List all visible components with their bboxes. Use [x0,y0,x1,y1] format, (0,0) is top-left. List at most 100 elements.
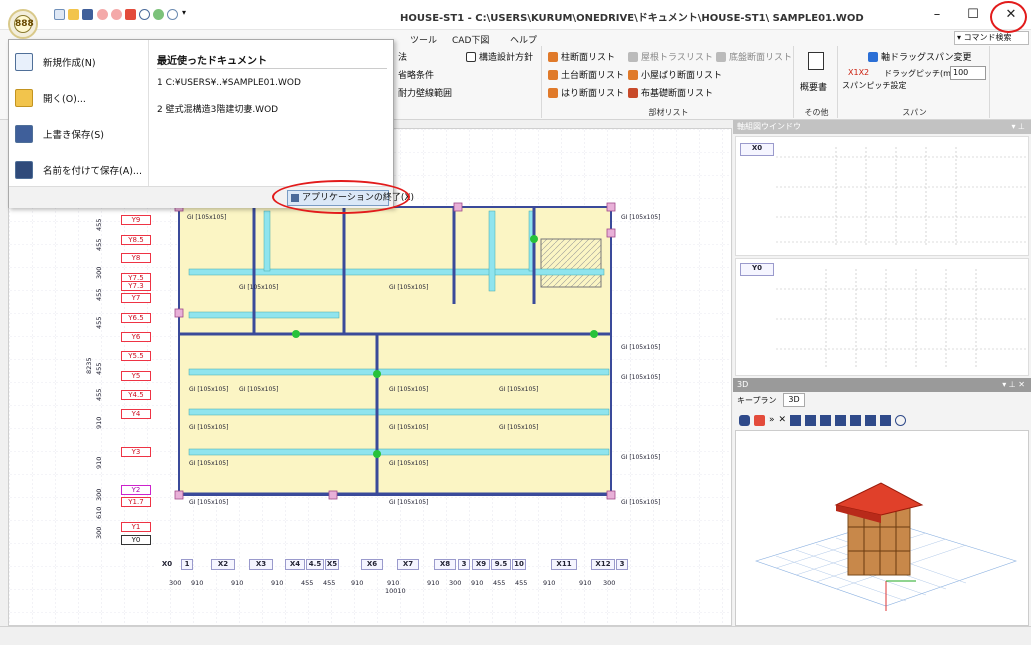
y-axis-label[interactable]: Y2 [121,485,151,495]
quick-access-dropdown[interactable]: ▾ [182,8,186,17]
slab-toggle-icon[interactable] [805,414,817,426]
x-axis-label[interactable]: 4.5 [306,559,324,570]
grid-toggle-icon[interactable] [835,414,847,426]
x-dim: 455 [515,579,527,587]
x-axis-label[interactable]: X6 [361,559,383,570]
axis-view-y[interactable]: Y0 [735,258,1029,376]
axis-x-label: X0 [740,143,774,156]
y-axis-label[interactable]: Y4.5 [121,390,151,400]
ribbon-item-wall-range[interactable]: 耐力壁線範囲 [398,86,452,99]
x-axis-label[interactable]: X7 [397,559,419,570]
y-axis-label[interactable]: Y6.5 [121,313,151,323]
ribbon-item-slab[interactable]: 底盤断面リスト [716,50,792,63]
ribbon-item-roof-beam[interactable]: 小屋ばり断面リスト [628,68,722,81]
recent-item-2[interactable]: 2 壁式混構造3階建切妻.WOD [157,102,278,115]
globe-icon[interactable] [153,9,164,20]
x-axis-label[interactable]: X9 [472,559,490,570]
y-axis-label[interactable]: Y7 [121,293,151,303]
ribbon-item-roof-truss[interactable]: 屋根トラスリスト [628,50,713,63]
ribbon-item-sill-list[interactable]: 土台断面リスト [548,68,624,81]
svg-text:GI [105x105]: GI [105x105] [389,499,428,506]
pin-icon[interactable]: ▾ ⊥ [1011,120,1025,134]
x-axis-label[interactable]: X2 [211,559,235,570]
group-label: 部材リスト [648,108,689,117]
ribbon-group-other: 概要書 その他 [796,46,838,118]
axis-y-label: Y0 [740,263,774,276]
menu-item-save[interactable]: 上書き保存(S) [15,120,104,148]
y-axis-label[interactable]: Y4 [121,409,151,419]
new-file-icon[interactable] [54,9,65,20]
ribbon-item-beam-list[interactable]: はり断面リスト [548,86,624,99]
x-axis-label[interactable]: X5 [325,559,339,570]
svg-text:GI [105x105]: GI [105x105] [189,386,228,393]
3d-view[interactable] [735,430,1029,626]
y-axis-label[interactable]: Y5 [121,371,151,381]
x-axis-label[interactable]: 1 [181,559,193,570]
tab-cad-underlay[interactable]: CAD下図 [452,33,489,46]
axis-view-x[interactable]: X0 [735,136,1029,256]
close-panel-icon[interactable]: ▾ ⊥ ✕ [1002,378,1025,392]
x-axis-label[interactable]: 3 [616,559,628,570]
x-axis-label[interactable]: X8 [434,559,456,570]
speech-icon[interactable] [125,9,136,20]
tab-keyplan[interactable]: キープラン [737,395,777,406]
open-folder-icon[interactable] [68,9,79,20]
roof-toggle-icon[interactable] [850,414,862,426]
undo-icon[interactable] [97,9,108,20]
maximize-button[interactable]: ☐ [956,4,990,26]
x-axis-label[interactable]: 10 [512,559,526,570]
help-icon[interactable] [880,414,892,426]
x-axis-label[interactable]: X12 [591,559,615,570]
zoom-icon[interactable] [167,9,178,20]
summary-icon[interactable] [808,52,824,70]
x-axis-label[interactable]: X3 [249,559,273,570]
model-icon[interactable] [739,414,750,426]
recent-item-1[interactable]: 1 C:¥USERS¥..¥SAMPLE01.WOD [157,78,301,88]
y-axis-label[interactable]: Y5.5 [121,351,151,361]
ribbon-item-design-policy[interactable]: 構造設計方針 [466,50,533,63]
search-icon[interactable] [139,9,150,20]
y-axis-label[interactable]: Y6 [121,332,151,342]
x-axis-label[interactable]: X4 [285,559,305,570]
ribbon-item-column-list[interactable]: 柱断面リスト [548,50,615,63]
x-axis-label[interactable]: 3 [458,559,470,570]
pointer-icon[interactable]: ✕ [779,415,787,425]
span-drag-checkbox[interactable]: 軸ドラッグスパン変更 [868,50,971,63]
command-search[interactable]: ▾ コマンド検索 [954,31,1029,45]
tab-3d[interactable]: 3D [783,393,805,407]
menu-item-save-as[interactable]: 名前を付けて保存(A)... [15,156,142,184]
menu-item-open[interactable]: 開く(O)... [15,84,86,112]
zoom-out-icon[interactable] [895,414,907,426]
y-axis-label[interactable]: Y8.5 [121,235,151,245]
svg-text:GI [105x105]: GI [105x105] [621,374,660,381]
y-axis-label[interactable]: Y0 [121,535,151,545]
y-axis-label[interactable]: Y1 [121,522,151,532]
y-axis-label[interactable]: Y1.7 [121,497,151,507]
svg-text:GI [105x105]: GI [105x105] [189,424,228,431]
y-axis-label[interactable]: Y3 [121,447,151,457]
menu-item-new[interactable]: 新規作成(N) [15,48,96,76]
house-icon[interactable] [754,414,765,426]
x-axis-label[interactable]: X0 [155,559,179,570]
y-axis-label[interactable]: Y8 [121,253,151,263]
x-axis-label[interactable]: 9.5 [491,559,511,570]
y-axis-label[interactable]: Y7.3 [121,281,151,291]
beam-toggle-icon[interactable] [865,414,877,426]
y-axis-label[interactable]: Y9 [121,215,151,225]
wall-icon[interactable] [790,414,802,426]
redo-icon[interactable] [111,9,122,20]
application-menu-button[interactable]: 888 [8,9,38,39]
span-setting-button[interactable]: スパンピッチ設定 [842,80,906,91]
tab-help[interactable]: ヘルプ [510,33,537,46]
minimize-button[interactable]: – [920,4,954,26]
ribbon-item-method[interactable]: 法 [398,50,407,63]
tab-tools[interactable]: ツール [410,33,437,46]
x-axis-label[interactable]: X11 [551,559,577,570]
ribbon-item-foundation[interactable]: 布基礎断面リスト [628,86,713,99]
column-toggle-icon[interactable] [820,414,832,426]
ribbon-item-summary[interactable]: 概要書 [800,80,827,93]
ribbon-item-omit[interactable]: 省略条件 [398,68,434,81]
span-pitch-input[interactable]: 100 [950,66,986,80]
save-icon[interactable] [82,9,93,20]
forward-icon[interactable]: » [769,415,775,425]
